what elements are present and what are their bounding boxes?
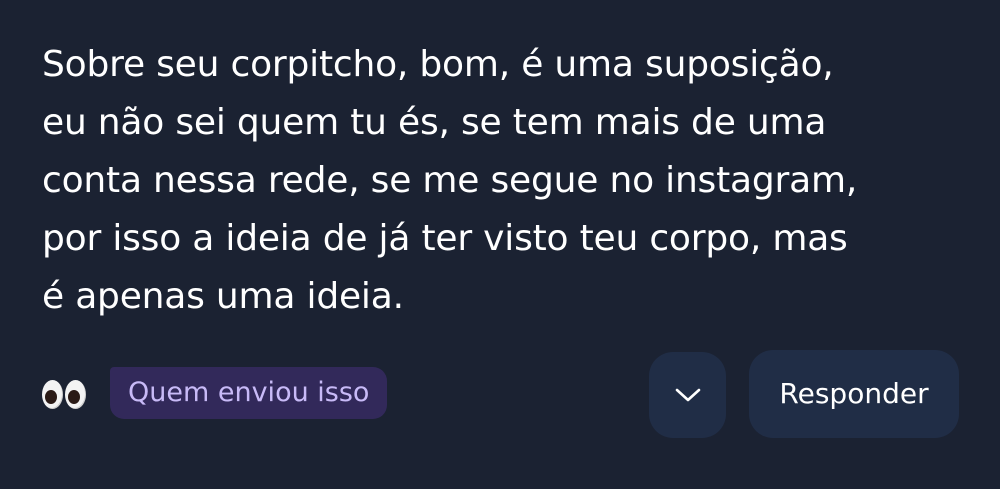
message-line: Sobre seu corpitcho, bom, é uma suposiçã… <box>42 44 834 85</box>
message-line: eu não sei quem tu és, se tem mais de um… <box>42 102 827 143</box>
left-eye-icon <box>42 380 63 409</box>
message-line: por isso a ideia de já ter visto teu cor… <box>42 218 848 259</box>
message-line: conta nessa rede, se me segue no instagr… <box>42 160 858 201</box>
message-text: Sobre seu corpitcho, bom, é uma suposiçã… <box>42 36 942 326</box>
who-sent-this-button[interactable]: Quem enviou isso <box>110 367 388 419</box>
chevron-down-icon <box>675 388 700 402</box>
expand-button[interactable] <box>649 352 726 438</box>
right-eye-icon <box>65 380 86 409</box>
message-line: é apenas uma ideia. <box>42 276 404 317</box>
eyes-emoji-icon <box>42 380 88 410</box>
reply-button[interactable]: Responder <box>749 350 959 438</box>
